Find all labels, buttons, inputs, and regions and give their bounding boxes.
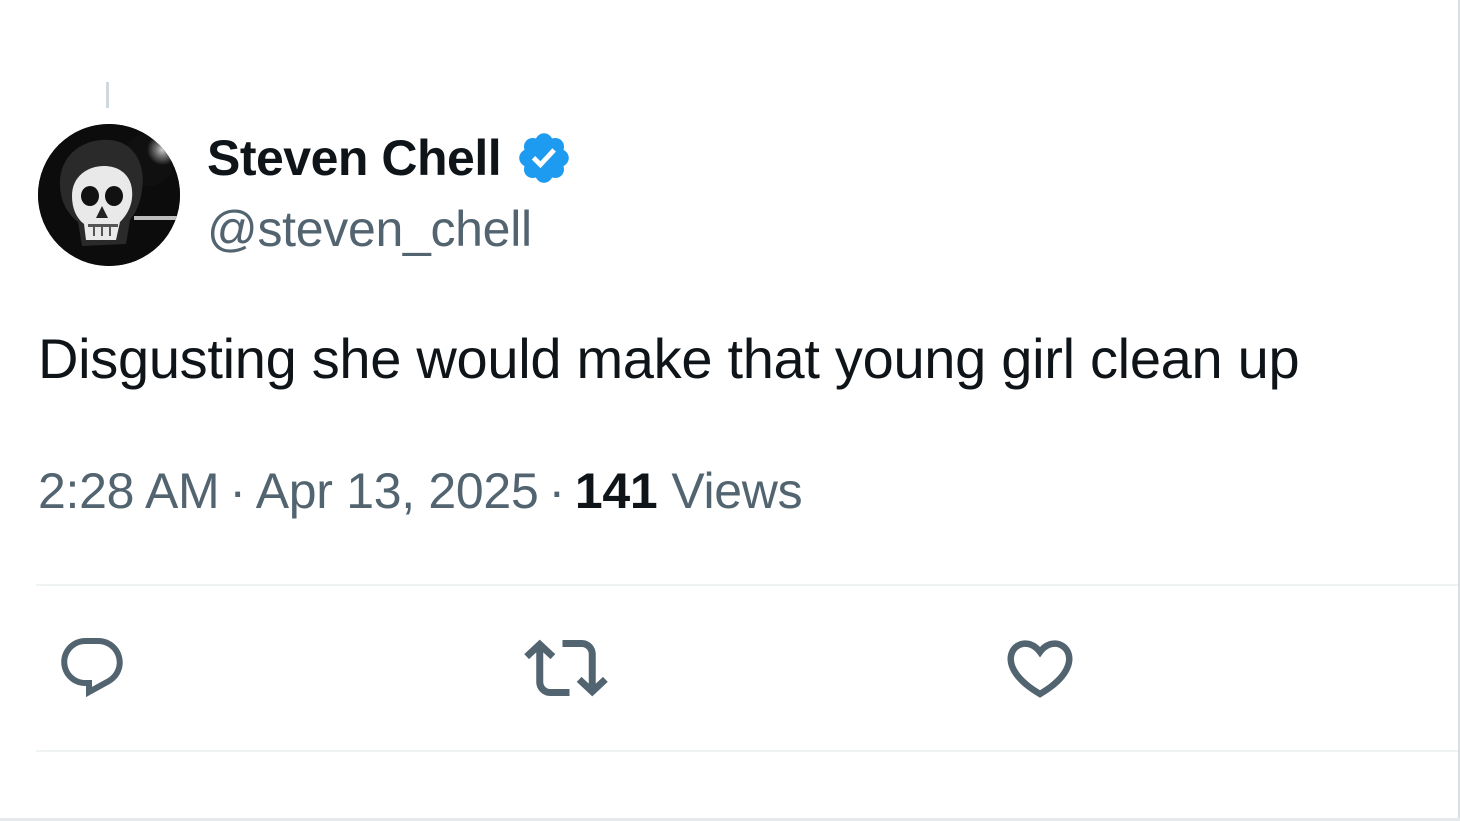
tweet-text: Disgusting she would make that young gir… (38, 327, 1300, 390)
divider (36, 750, 1460, 752)
meta-separator: · (229, 463, 246, 519)
reply-icon (61, 638, 123, 698)
tweet-time[interactable]: 2:28 AM (38, 462, 220, 520)
thread-connector-line (106, 82, 109, 108)
avatar[interactable] (38, 124, 180, 266)
author-handle[interactable]: @steven_chell (207, 200, 532, 258)
author-name-row[interactable]: Steven Chell (207, 128, 573, 188)
reply-button[interactable] (50, 626, 134, 710)
tweet-meta: 2:28 AM · Apr 13, 2025 · 141 Views (38, 462, 803, 520)
tweet-date[interactable]: Apr 13, 2025 (256, 462, 539, 520)
like-button[interactable] (998, 626, 1082, 710)
author-display-name[interactable]: Steven Chell (207, 129, 502, 187)
repost-button[interactable] (524, 626, 608, 710)
verified-badge-icon[interactable] (515, 129, 573, 187)
views-count: 141 (574, 463, 658, 519)
tweet-detail: Steven Chell @steven_chell Disgusting sh… (0, 0, 1460, 821)
meta-separator: · (548, 463, 565, 519)
views-label: Views (671, 463, 803, 519)
heart-icon (1007, 640, 1073, 698)
skull-avatar-icon (38, 124, 180, 266)
divider (36, 584, 1460, 586)
repost-icon (524, 639, 608, 697)
